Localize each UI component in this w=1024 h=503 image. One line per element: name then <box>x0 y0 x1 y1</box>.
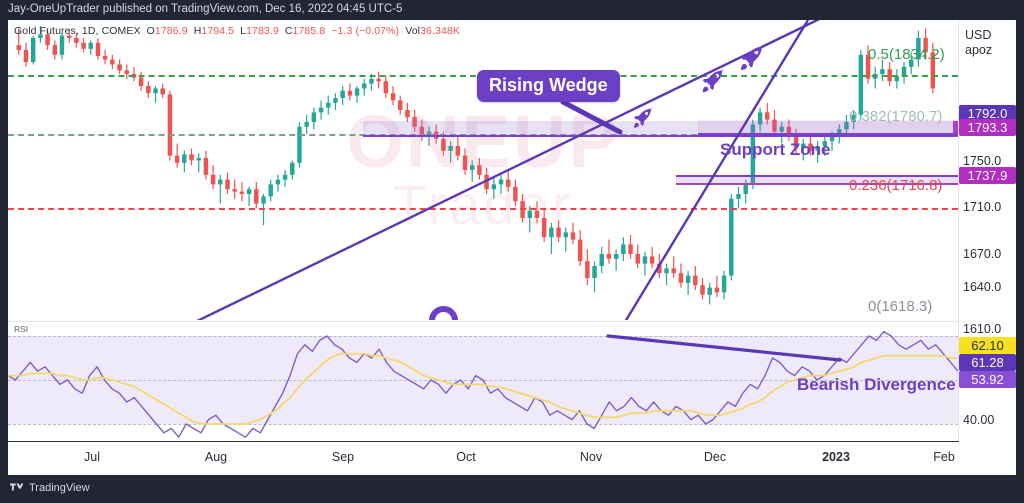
legend-volume-value: 36.348K <box>420 25 460 37</box>
fib-label-0.382: 0.382(1780.7) <box>849 108 943 125</box>
fib-label-0: 0(1618.3) <box>868 298 933 315</box>
fib-label-0.5: 0.5(1834.2) <box>868 46 945 63</box>
time-tick-jul: Jul <box>84 450 100 464</box>
rsi-pane[interactable]: RSI Bearish Divergence <box>8 322 958 440</box>
time-tick-aug: Aug <box>204 450 228 464</box>
price-pane[interactable]: ONEUP Trader Rising Wedge Support Zone 0… <box>8 20 958 320</box>
legend-close-value: 1785.8 <box>292 25 326 37</box>
rsi-indicator-label[interactable]: RSI <box>14 324 28 334</box>
chart-legend[interactable]: Gold Futures, 1D, COMEX O1786.9 H1794.5 … <box>14 25 460 37</box>
time-tick-nov: Nov <box>579 450 603 464</box>
price-badge-5[interactable]: 53.92 <box>959 371 1016 388</box>
rocket-icon-3 <box>736 42 768 74</box>
legend-close-label: C <box>284 25 293 37</box>
legend-low-value: 1783.9 <box>246 25 279 37</box>
legend-symbol: Gold Futures, 1D, COMEX <box>14 25 141 37</box>
tradingview-glyph-icon <box>10 483 24 493</box>
legend-open-label: O <box>146 25 155 37</box>
time-tick-sep: Sep <box>331 450 355 464</box>
time-tick-2023: 2023 <box>822 450 850 464</box>
rocket-icon-2 <box>698 66 728 96</box>
price-axis[interactable]: USD apoz 1800.01750.01710.01670.01640.01… <box>959 20 1016 475</box>
price-tick-6: 40.00 <box>963 413 995 427</box>
time-tick-dec: Dec <box>703 450 727 464</box>
price-tick-5: 1610.0 <box>963 322 1002 336</box>
price-tick-4: 1640.0 <box>963 280 1002 294</box>
legend-change: −1.3 (−0.07%) <box>331 25 400 37</box>
time-tick-feb: Feb <box>933 450 955 464</box>
chart-screenshot: Jay-OneUpTrader published on TradingView… <box>0 0 1024 503</box>
publisher-text: Jay-OneUpTrader published on TradingView… <box>8 3 403 15</box>
price-badge-4[interactable]: 61.28 <box>959 354 1016 371</box>
rocket-icon-1 <box>630 105 656 131</box>
price-badge-2[interactable]: 1737.9 <box>959 167 1016 184</box>
legend-high-value: 1794.5 <box>201 25 235 37</box>
price-badge-3[interactable]: 62.10 <box>959 337 1016 354</box>
legend-open-value: 1786.9 <box>154 25 188 37</box>
price-tick-3: 1670.0 <box>963 247 1002 261</box>
time-tick-oct: Oct <box>456 450 476 464</box>
support-zone-label: Support Zone <box>720 140 831 159</box>
price-axis-unit-line1: USD <box>965 28 992 42</box>
publisher-bar: Jay-OneUpTrader published on TradingView… <box>0 0 1024 20</box>
legend-volume-label: Vol <box>405 25 421 37</box>
price-tick-1: 1750.0 <box>963 154 1002 168</box>
rising-wedge-leader-line <box>560 99 623 135</box>
trendlines <box>196 20 821 320</box>
footer-bar: TradingView <box>0 476 1024 503</box>
bearish-divergence-label: Bearish Divergence <box>797 375 956 394</box>
wedge-upper-trendline <box>624 20 810 320</box>
chart-canvas[interactable]: ONEUP Trader Rising Wedge Support Zone 0… <box>8 20 1016 475</box>
price-tick-2: 1710.0 <box>963 200 1002 214</box>
tradingview-brand: TradingView <box>29 482 90 494</box>
tradingview-logo[interactable]: TradingView <box>10 482 90 494</box>
rising-wedge-callout[interactable]: Rising Wedge <box>477 70 620 102</box>
time-axis[interactable]: Jul Aug Sep Oct Nov Dec 2023 Feb <box>8 442 1016 475</box>
price-badge-1[interactable]: 1793.3 <box>959 119 1016 136</box>
price-axis-unit-line2: apoz <box>965 43 993 57</box>
fib-label-0.236: 0.236(1716.8) <box>849 177 943 194</box>
